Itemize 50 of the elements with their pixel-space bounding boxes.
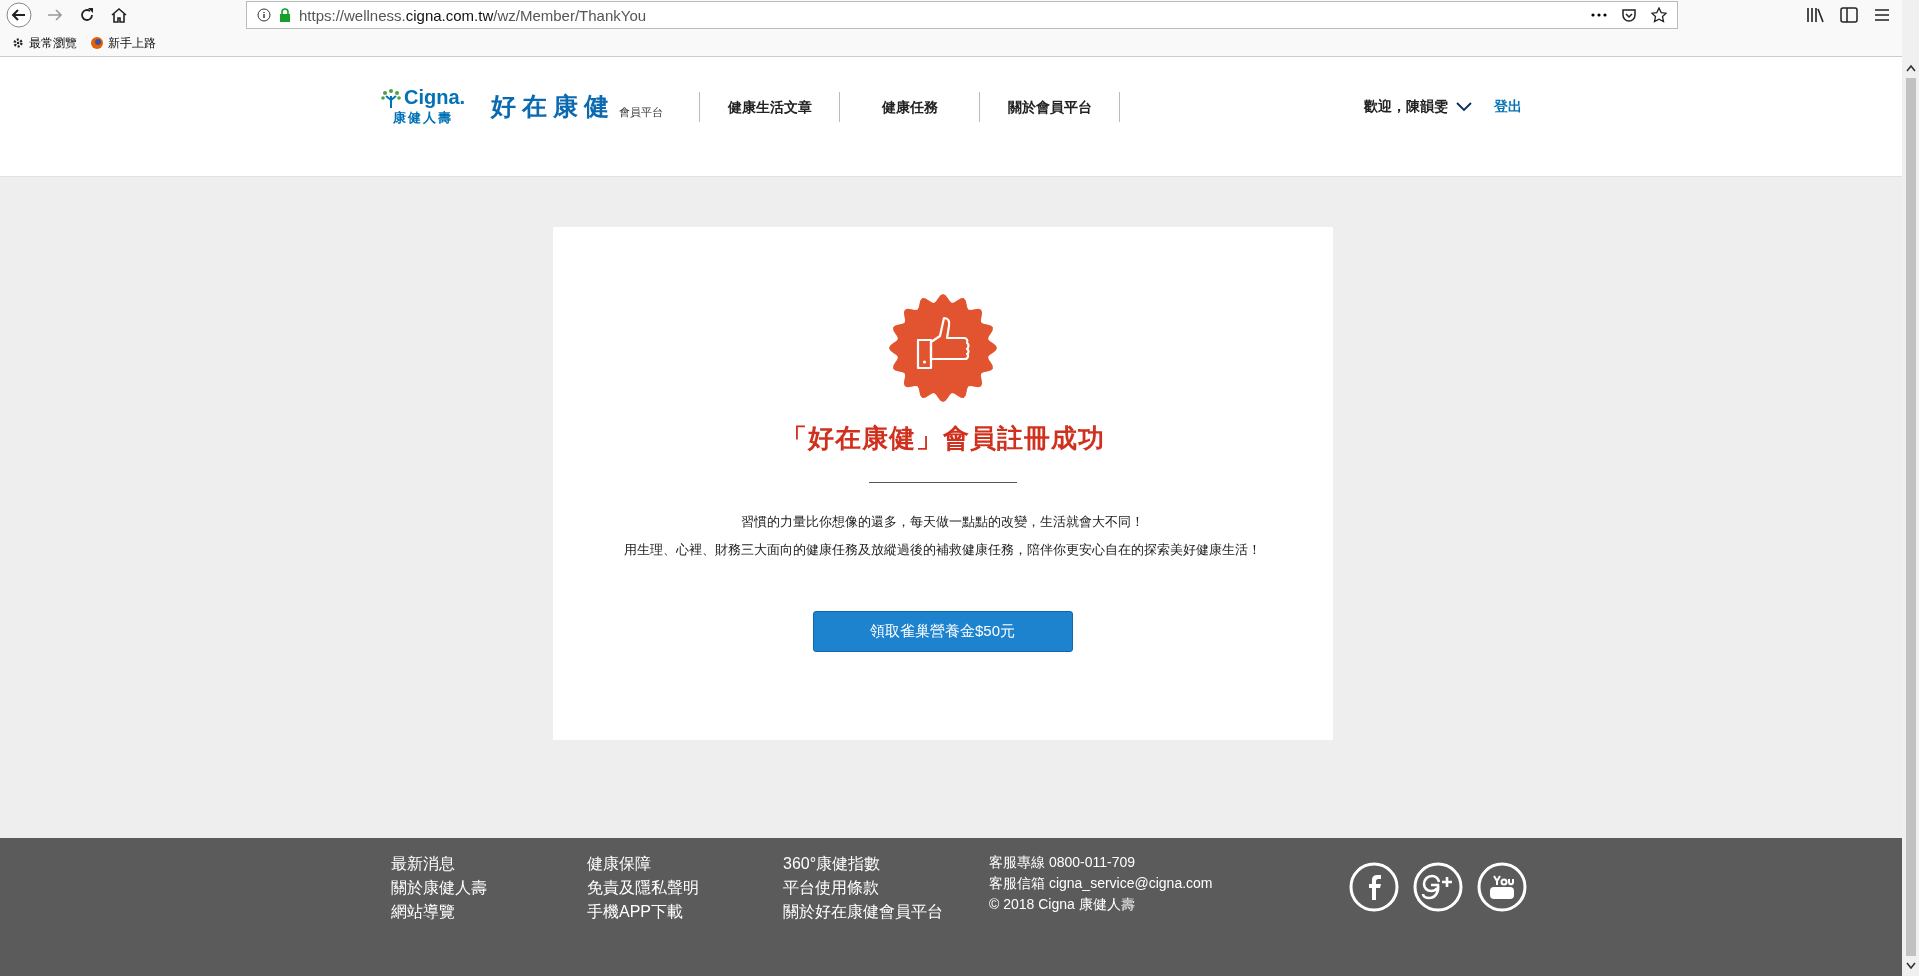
url-text: https://wellness.cigna.com.tw/wz/Member/ThankYou — [299, 6, 647, 24]
claim-reward-button[interactable]: 領取雀巢營養金$50元 — [812, 611, 1073, 652]
footer-link[interactable]: 免責及隱私聲明 — [587, 876, 783, 900]
contact-text: 客服信箱 cigna_service@cigna.com — [989, 874, 1214, 893]
bookmark-item[interactable]: 最常瀏覽 — [12, 34, 77, 52]
library-icon[interactable] — [1806, 7, 1824, 23]
footer-link[interactable]: 關於康健人壽 — [391, 876, 587, 900]
pocket-icon[interactable] — [1621, 7, 1637, 23]
scroll-up-icon[interactable] — [1905, 64, 1916, 72]
footer-link[interactable]: 關於好在康健會員平台 — [783, 900, 979, 924]
scroll-down-icon[interactable] — [1905, 962, 1916, 970]
description-text: 用生理、心裡、財務三大面向的健康任務及放縱過後的補救健康任務，陪伴你更安心自在的探索美好健康生活！ — [624, 541, 1261, 559]
gear-icon — [12, 37, 24, 49]
footer-link[interactable]: 360°康健指數 — [783, 852, 979, 876]
welcome-text: 歡迎，陳韻雯 — [1364, 97, 1448, 116]
footer-link[interactable]: 手機APP下載 — [587, 900, 783, 924]
company-logo[interactable]: Cigna. 康健人壽 — [380, 86, 466, 127]
footer-link[interactable]: 網站導覽 — [391, 900, 587, 924]
sidebar-icon[interactable] — [1840, 7, 1858, 23]
bookmark-item[interactable]: 新手上路 — [91, 34, 156, 52]
nav-link[interactable]: 健康任務 — [840, 91, 981, 122]
info-icon — [257, 8, 271, 22]
home-icon[interactable] — [110, 6, 128, 24]
nav-link[interactable]: 健康生活文章 — [700, 91, 841, 122]
star-icon[interactable] — [1651, 7, 1667, 23]
scroll-thumb[interactable] — [1905, 78, 1916, 956]
back-icon[interactable] — [6, 2, 32, 28]
menu-icon[interactable] — [1874, 8, 1890, 22]
globe-icon — [91, 37, 103, 49]
contact-text: © 2018 Cigna 康健人壽 — [989, 895, 1136, 914]
footer-link[interactable]: 平台使用條款 — [783, 876, 979, 900]
brand-title: 好在康健 — [491, 91, 616, 122]
video-logo-icon[interactable] — [1477, 862, 1527, 912]
address-bar[interactable]: https://wellness.cigna.com.tw/wz/Member/ThankYou — [246, 1, 1678, 29]
lock-icon — [279, 8, 291, 22]
footer-link[interactable]: 最新消息 — [391, 852, 587, 876]
more-icon[interactable] — [1591, 12, 1607, 18]
facebook-icon[interactable] — [1349, 862, 1399, 912]
description-text: 習慣的力量比你想像的還多，每天做一點點的改變，生活就會大不同！ — [741, 513, 1144, 531]
success-title: 「好在康健」會員註冊成功 — [780, 422, 1105, 455]
chevron-down-icon[interactable] — [1456, 101, 1472, 112]
google-plus-icon[interactable] — [1413, 862, 1463, 912]
reload-icon[interactable] — [78, 6, 96, 24]
logout-link[interactable]: 登出 — [1494, 97, 1522, 116]
contact-text: 客服專線 0800-011-709 — [989, 853, 1137, 872]
thumbs-up-badge-icon — [887, 293, 998, 403]
brand-subtitle: 會員平台 — [619, 105, 664, 120]
nav-link[interactable]: 關於會員平台 — [980, 91, 1121, 122]
tree-icon — [380, 87, 402, 109]
footer-link[interactable]: 健康保障 — [587, 852, 783, 876]
